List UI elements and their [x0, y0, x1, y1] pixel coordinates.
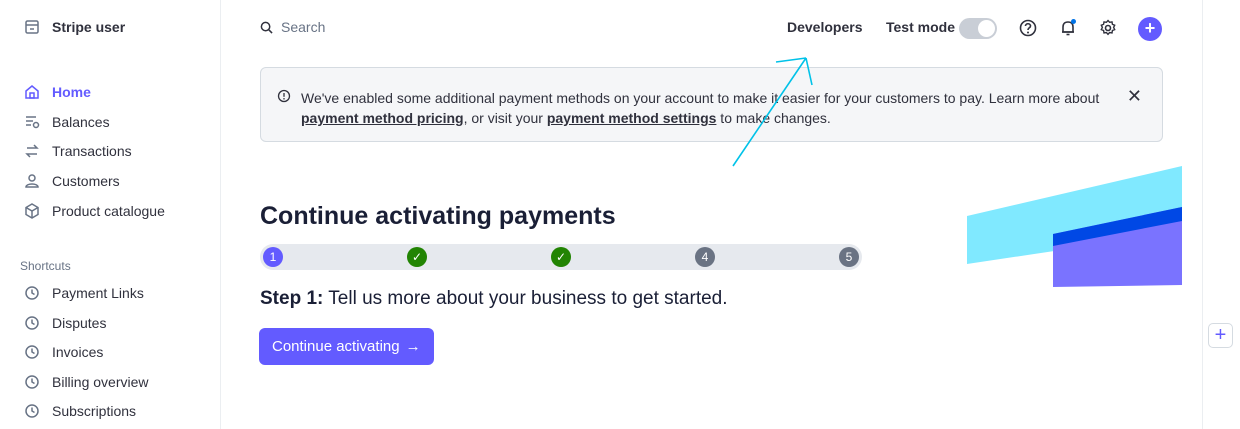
- annotation-arrow: [732, 57, 813, 167]
